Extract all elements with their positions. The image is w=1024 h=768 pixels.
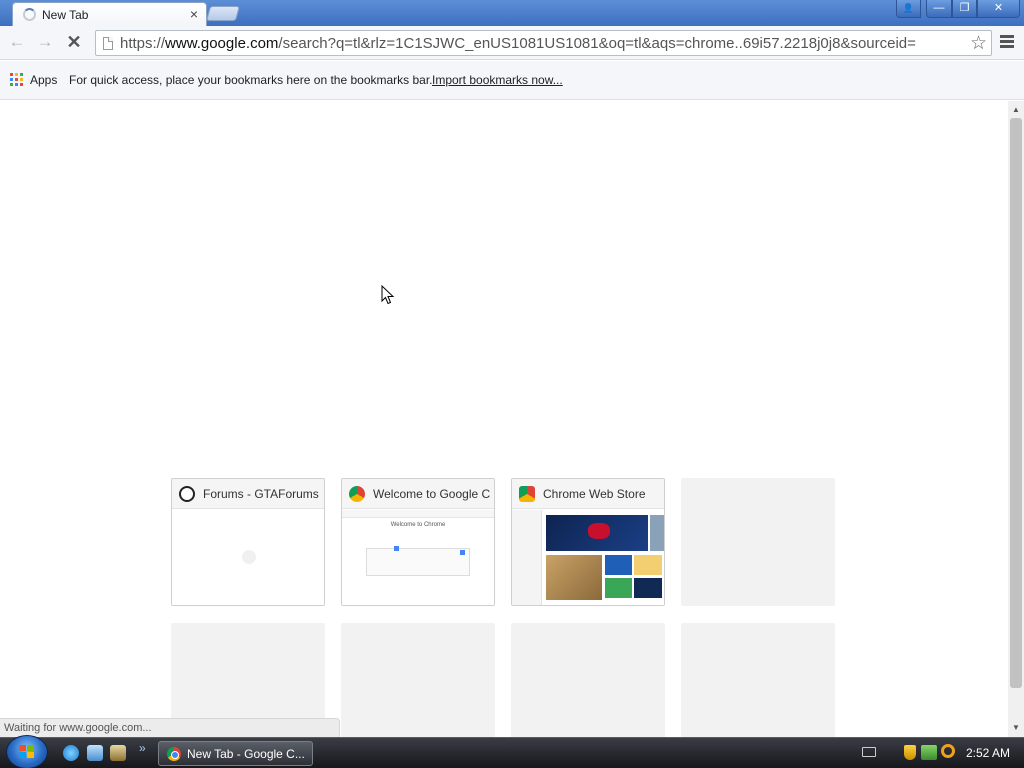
- menu-bar-3: [1000, 45, 1014, 48]
- mouse-cursor-icon: [381, 285, 395, 305]
- tab-close-button[interactable]: ×: [190, 6, 198, 22]
- taskbar-item-label: New Tab - Google C...: [187, 747, 305, 761]
- tab-title: New Tab: [42, 8, 89, 22]
- internet-explorer-icon[interactable]: [63, 745, 79, 761]
- forward-button[interactable]: →: [35, 33, 55, 53]
- thumb-dot: [460, 550, 465, 555]
- thumb-sidebar: [512, 510, 542, 605]
- search-icon[interactable]: [941, 744, 955, 758]
- tile-thumbnail: [172, 510, 324, 605]
- network-icon[interactable]: [921, 745, 937, 760]
- user-icon: 👤: [902, 3, 915, 13]
- maximize-button[interactable]: ❐: [952, 0, 977, 18]
- back-button[interactable]: ←: [7, 33, 27, 53]
- thumb-app-tile: [546, 555, 602, 600]
- url-text[interactable]: https://www.google.com/search?q=tl&rlz=1…: [120, 35, 965, 52]
- security-shield-icon[interactable]: [904, 745, 916, 760]
- new-tab-page: Forums - GTAForums Welcome to Google Chr…: [0, 101, 1008, 737]
- new-tab-button[interactable]: [205, 6, 241, 21]
- system-clock[interactable]: 2:52 AM: [966, 746, 1010, 760]
- stop-loading-button[interactable]: ✕: [64, 33, 84, 53]
- url-host: www.google.com: [165, 35, 279, 52]
- close-window-button[interactable]: ✕: [977, 0, 1020, 18]
- scroll-thumb[interactable]: [1010, 118, 1022, 688]
- menu-bar-1: [1000, 35, 1014, 38]
- keyboard-icon[interactable]: [862, 747, 876, 757]
- scroll-down-button[interactable]: ▼: [1008, 721, 1024, 735]
- thumb-app-tile: [605, 578, 632, 598]
- tab-new-tab[interactable]: New Tab ×: [12, 2, 207, 26]
- chrome-icon: [167, 747, 181, 761]
- tile-header: Welcome to Google Chrome: [342, 479, 494, 509]
- thumb-card: [366, 548, 470, 576]
- chrome-favicon-icon: [349, 486, 365, 502]
- chrome-menu-button[interactable]: [998, 33, 1016, 53]
- tile-title: Chrome Web Store: [543, 487, 646, 501]
- bookmarks-bar: Apps For quick access, place your bookma…: [0, 61, 1024, 100]
- windows-flag-icon: [19, 745, 35, 759]
- thumb-banner: [546, 515, 648, 551]
- most-visited-tile[interactable]: Forums - GTAForums: [171, 478, 325, 606]
- tile-header: Chrome Web Store: [512, 479, 664, 509]
- menu-bar-2: [1000, 40, 1014, 43]
- url-scheme: https://: [120, 35, 166, 52]
- start-button[interactable]: [6, 735, 48, 768]
- status-bubble: Waiting for www.google.com...: [0, 718, 340, 737]
- bookmark-star-icon[interactable]: ☆: [970, 32, 987, 55]
- page-scrollbar[interactable]: ▲ ▼: [1008, 101, 1024, 737]
- tile-thumbnail: Welcome to Chrome: [342, 510, 494, 605]
- most-visited-tile-empty: [341, 623, 495, 737]
- quick-launch-app-icon[interactable]: [110, 745, 126, 761]
- most-visited-tile[interactable]: Welcome to Google Chrome Welcome to Chro…: [341, 478, 495, 606]
- most-visited-tile-empty: [681, 478, 835, 606]
- apps-shortcut[interactable]: Apps: [30, 73, 57, 87]
- thumb-app-tile: [634, 578, 662, 598]
- profile-button[interactable]: 👤: [896, 0, 921, 18]
- tile-header: Forums - GTAForums: [172, 479, 324, 509]
- tile-thumbnail: [512, 510, 664, 605]
- import-bookmarks-link[interactable]: Import bookmarks now...: [432, 73, 563, 87]
- loading-spinner-icon: [23, 8, 36, 21]
- chrome-web-store-favicon-icon: [519, 486, 535, 502]
- show-desktop-icon[interactable]: [87, 745, 103, 761]
- thumb-logo: [588, 523, 610, 539]
- page-icon: [103, 37, 113, 50]
- windows-taskbar: » New Tab - Google C... 2:52 AM: [0, 735, 1024, 768]
- thumb-heading: Welcome to Chrome: [390, 522, 446, 528]
- thumb-app-tile: [605, 555, 632, 575]
- thumb-banner-edge: [650, 515, 664, 551]
- apps-grid-icon[interactable]: [10, 73, 24, 87]
- minimize-button[interactable]: —: [926, 0, 952, 18]
- quick-launch-overflow-icon[interactable]: »: [139, 741, 149, 757]
- taskbar-item-chrome[interactable]: New Tab - Google C...: [158, 741, 313, 766]
- most-visited-tile-empty: [681, 623, 835, 737]
- gtaforums-favicon-icon: [179, 486, 195, 502]
- tile-title: Forums - GTAForums: [203, 487, 319, 501]
- scroll-up-button[interactable]: ▲: [1008, 103, 1024, 117]
- address-bar[interactable]: https://www.google.com/search?q=tl&rlz=1…: [95, 30, 992, 56]
- thumb-app-tile: [634, 555, 662, 575]
- loading-dot: [242, 550, 256, 564]
- most-visited-tile-empty: [511, 623, 665, 737]
- url-path: /search?q=tl&rlz=1C1SJWC_enUS1081US1081&…: [278, 35, 916, 52]
- browser-toolbar: ← → ✕ https://www.google.com/search?q=tl…: [0, 26, 1024, 60]
- thumb-toolbar: [342, 510, 494, 518]
- bookmarks-hint-text: For quick access, place your bookmarks h…: [69, 73, 433, 87]
- most-visited-tile[interactable]: Chrome Web Store: [511, 478, 665, 606]
- thumb-dot: [394, 546, 399, 551]
- tile-title: Welcome to Google Chrome: [373, 487, 490, 501]
- title-bar: New Tab × 👤 — ❐ ✕: [0, 0, 1024, 26]
